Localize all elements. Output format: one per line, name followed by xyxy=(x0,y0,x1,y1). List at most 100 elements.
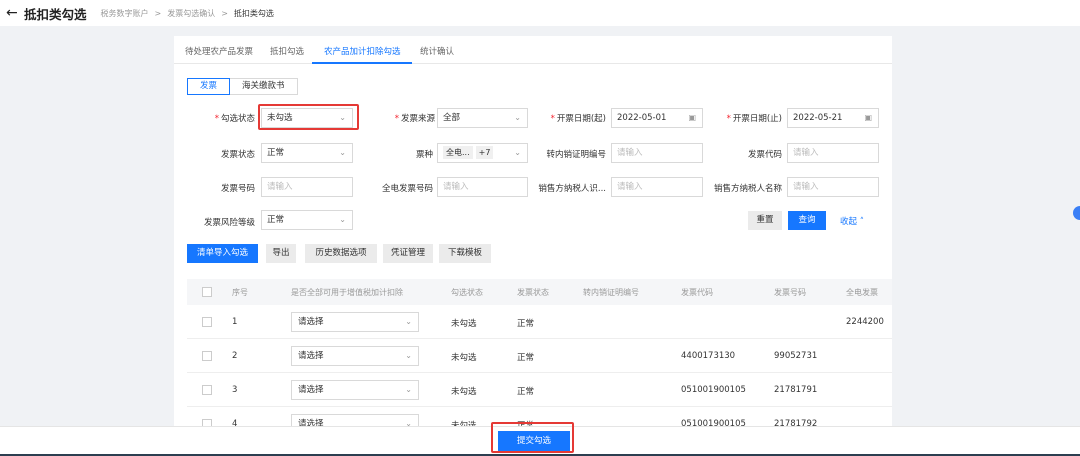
reset-button[interactable]: 重置 xyxy=(748,211,782,230)
chevron-down-icon: ⌄ xyxy=(514,113,521,122)
col-invoice-code: 发票代码 xyxy=(681,288,713,297)
invoice-number-label: 发票号码 xyxy=(220,184,255,194)
row-invoice-number: 99052731 xyxy=(774,351,818,361)
date-end-picker[interactable]: 2022-05-21 ▣ xyxy=(787,108,879,128)
chevron-down-icon: ⌄ xyxy=(339,148,346,157)
breadcrumb: 税务数字账户 > 发票勾选确认 > 抵扣类勾选 xyxy=(101,8,274,19)
ticket-type-more-tag: +7 xyxy=(475,146,494,159)
chevron-down-icon: ⌄ xyxy=(339,215,346,224)
breadcrumb-item[interactable]: 税务数字账户 xyxy=(101,8,149,19)
row-checkbox[interactable] xyxy=(202,351,212,361)
ticket-type-multiselect[interactable]: 全电... +7 ⌄ xyxy=(437,143,528,163)
row-full-invoice: 2244200 xyxy=(846,317,884,327)
risk-level-label: 发票风险等级 xyxy=(203,218,255,228)
select-all-checkbox[interactable] xyxy=(202,287,212,297)
col-transfer-cert: 转内销证明编号 xyxy=(583,288,639,297)
submit-selection-button[interactable]: 提交勾选 xyxy=(498,431,570,451)
row-index: 1 xyxy=(232,317,238,327)
row-deduction-select[interactable]: 请选择 ⌄ xyxy=(291,312,419,332)
row-invoice-number: 21781791 xyxy=(774,385,818,395)
chevron-down-icon: ⌄ xyxy=(405,385,412,394)
risk-level-select[interactable]: 正常 ⌄ xyxy=(261,210,353,230)
collapse-link[interactable]: 收起 ˄ xyxy=(840,215,864,227)
date-start-picker[interactable]: 2022-05-01 ▣ xyxy=(611,108,703,128)
footer-bar: 提交勾选 xyxy=(0,426,1080,456)
invoice-source-select[interactable]: 全部 ⌄ xyxy=(437,108,528,128)
subtab-group: 发票 海关缴款书 xyxy=(187,78,298,95)
row-invoice-status: 正常 xyxy=(517,387,535,397)
col-check-status: 勾选状态 xyxy=(451,288,483,297)
active-tab-indicator xyxy=(312,62,412,64)
invoice-status-select[interactable]: 正常 ⌄ xyxy=(261,143,353,163)
page-title: 抵扣类勾选 xyxy=(24,6,87,22)
side-scroll-handle[interactable] xyxy=(1073,206,1080,220)
calendar-icon: ▣ xyxy=(864,113,872,122)
row-checkbox[interactable] xyxy=(202,317,212,327)
row-invoice-code: 4400173130 xyxy=(681,351,736,361)
full-invoice-number-label: 全电发票号码 xyxy=(381,184,433,194)
seller-tax-id-input[interactable]: 请输入 xyxy=(611,177,703,197)
chevron-down-icon: ⌄ xyxy=(405,317,412,326)
seller-tax-id-label: 销售方纳税人识... xyxy=(538,184,606,194)
col-invoice-number: 发票号码 xyxy=(774,288,806,297)
tab-deduction[interactable]: 抵扣勾选 xyxy=(270,45,304,57)
breadcrumb-separator: > xyxy=(154,8,162,18)
row-invoice-status: 正常 xyxy=(517,353,535,363)
top-bar: ← 抵扣类勾选 税务数字账户 > 发票勾选确认 > 抵扣类勾选 xyxy=(0,0,1080,26)
table-header: 序号 是否全部可用于增值税加计扣除 勾选状态 发票状态 转内销证明编号 发票代码… xyxy=(187,279,892,305)
chevron-down-icon: ⌄ xyxy=(405,351,412,360)
col-index: 序号 xyxy=(232,288,248,297)
row-invoice-code: 051001900105 xyxy=(681,385,746,395)
ticket-type-label: 票种 xyxy=(415,150,433,160)
row-checkbox[interactable] xyxy=(202,385,212,395)
date-end-label: * 开票日期(止) xyxy=(726,114,782,124)
subtab-customs-payment[interactable]: 海关缴款书 xyxy=(230,78,298,95)
full-invoice-number-input[interactable]: 请输入 xyxy=(437,177,528,197)
row-check-status: 未勾选 xyxy=(451,319,477,329)
import-select-button[interactable]: 清单导入勾选 xyxy=(187,244,258,263)
breadcrumb-current: 抵扣类勾选 xyxy=(233,8,274,18)
table-row: 2 请选择 ⌄ 未勾选 正常 4400173130 99052731 xyxy=(187,339,892,373)
chevron-down-icon: ⌄ xyxy=(514,148,521,157)
row-deduction-select[interactable]: 请选择 ⌄ xyxy=(291,346,419,366)
row-check-status: 未勾选 xyxy=(451,387,477,397)
tab-stats-confirm[interactable]: 统计确认 xyxy=(420,45,454,57)
calendar-icon: ▣ xyxy=(688,113,696,122)
check-status-select[interactable]: 未勾选 ⌄ xyxy=(261,108,353,128)
invoice-code-label: 发票代码 xyxy=(747,150,782,160)
arrow-left-icon[interactable]: ← xyxy=(6,5,22,21)
breadcrumb-item[interactable]: 发票勾选确认 xyxy=(167,8,215,19)
seller-name-label: 销售方纳税人名称 xyxy=(713,184,782,194)
check-status-label: * 勾选状态 xyxy=(214,114,255,124)
chevron-down-icon: ⌄ xyxy=(339,113,346,122)
seller-name-input[interactable]: 请输入 xyxy=(787,177,879,197)
invoice-code-input[interactable]: 请输入 xyxy=(787,143,879,163)
transfer-cert-input[interactable]: 请输入 xyxy=(611,143,703,163)
col-plus-deduction: 是否全部可用于增值税加计扣除 xyxy=(291,288,403,297)
query-button[interactable]: 查询 xyxy=(788,211,826,230)
download-template-button[interactable]: 下载模板 xyxy=(439,244,491,263)
subtab-invoice[interactable]: 发票 xyxy=(187,78,231,95)
export-button[interactable]: 导出 xyxy=(266,244,296,263)
row-invoice-status: 正常 xyxy=(517,319,535,329)
invoice-status-label: 发票状态 xyxy=(220,150,255,160)
row-check-status: 未勾选 xyxy=(451,353,477,363)
tab-pending-agri[interactable]: 待处理农产品发票 xyxy=(185,45,253,57)
main-panel: 待处理农产品发票 抵扣勾选 农产品加计扣除勾选 统计确认 发票 海关缴款书 * 勾… xyxy=(174,36,892,436)
col-invoice-status: 发票状态 xyxy=(517,288,549,297)
row-deduction-select[interactable]: 请选择 ⌄ xyxy=(291,380,419,400)
ticket-type-tag: 全电... xyxy=(443,146,473,159)
tab-agri-plus-deduction[interactable]: 农产品加计扣除勾选 xyxy=(324,45,401,57)
table-row: 1 请选择 ⌄ 未勾选 正常 2244200 xyxy=(187,305,892,339)
tab-bar: 待处理农产品发票 抵扣勾选 农产品加计扣除勾选 统计确认 xyxy=(174,36,892,64)
breadcrumb-separator: > xyxy=(221,8,228,18)
transfer-cert-label: 转内销证明编号 xyxy=(546,150,606,160)
voucher-manage-button[interactable]: 凭证管理 xyxy=(383,244,433,263)
invoice-number-input[interactable]: 请输入 xyxy=(261,177,353,197)
history-data-button[interactable]: 历史数据选项 xyxy=(305,244,377,263)
table-row: 3 请选择 ⌄ 未勾选 正常 051001900105 21781791 xyxy=(187,373,892,407)
col-full-invoice: 全电发票 xyxy=(846,288,878,297)
chevron-up-icon: ˄ xyxy=(859,217,864,227)
row-index: 3 xyxy=(232,385,238,395)
invoice-source-label: * 发票来源 xyxy=(394,114,435,124)
